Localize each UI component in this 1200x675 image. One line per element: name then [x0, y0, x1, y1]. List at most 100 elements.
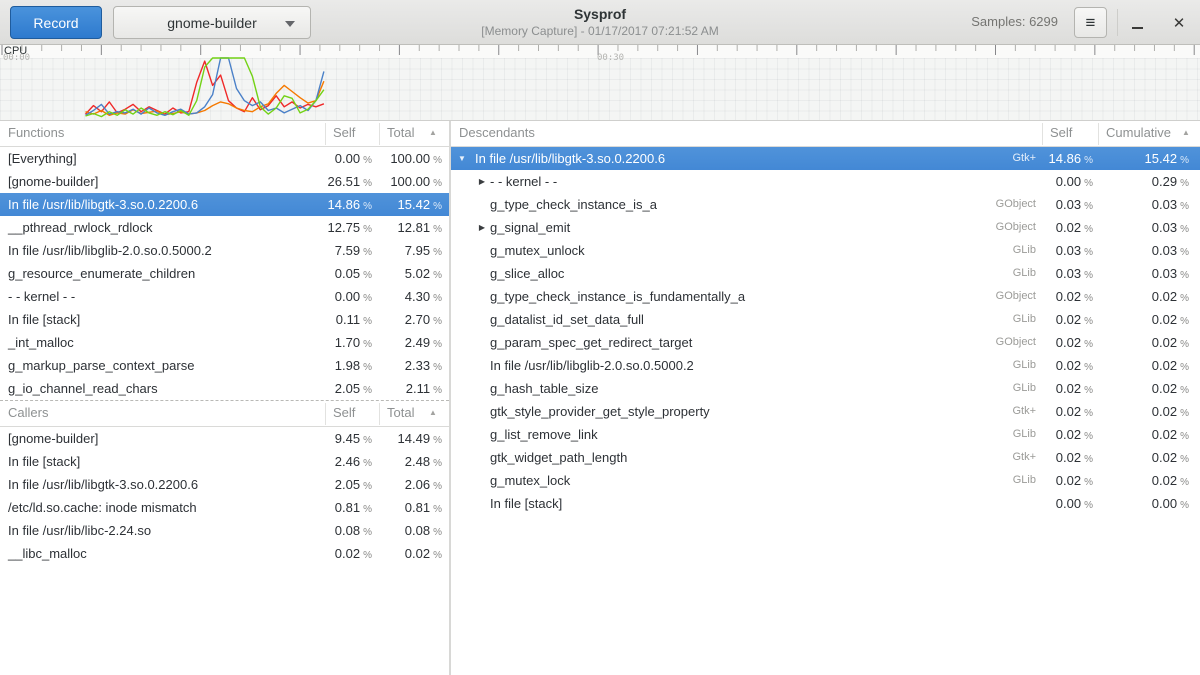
tree-row[interactable]: ▶- - kernel - -0.00%0.29% [451, 170, 1200, 193]
cumulative-percent: 0.29% [1117, 170, 1189, 195]
table-row[interactable]: [gnome-builder]26.51%100.00% [0, 170, 449, 193]
table-row[interactable]: _int_malloc1.70%2.49% [0, 331, 449, 354]
self-column-title[interactable]: Self [333, 405, 355, 420]
percent-sign: % [433, 270, 442, 281]
tree-row[interactable]: gtk_style_provider_get_style_propertyGtk… [451, 400, 1200, 423]
column-separator[interactable] [325, 403, 326, 425]
table-row[interactable]: __libc_malloc0.02%0.02% [0, 542, 449, 565]
tree-row[interactable]: g_param_spec_get_redirect_targetGObject0… [451, 331, 1200, 354]
self-percent: 0.00% [1041, 170, 1093, 195]
percent-sign: % [433, 293, 442, 304]
column-separator[interactable] [1042, 123, 1043, 145]
total-column-title[interactable]: Total [387, 125, 414, 140]
total-percent-value: 15.42 [398, 197, 431, 212]
self-percent: 14.86% [1041, 147, 1093, 172]
minimize-button[interactable] [1122, 7, 1152, 38]
self-percent-value: 0.00 [335, 151, 360, 166]
self-percent-value: 0.02 [1056, 473, 1081, 488]
descendants-column-title[interactable]: Descendants [459, 125, 535, 140]
self-percent: 0.02% [1041, 446, 1093, 471]
tree-row[interactable]: ▶g_signal_emitGObject0.02%0.03% [451, 216, 1200, 239]
table-row[interactable]: __pthread_rwlock_rdlock12.75%12.81% [0, 216, 449, 239]
cumulative-percent-value: 0.02 [1152, 289, 1177, 304]
function-name: g_mutex_unlock [451, 239, 930, 262]
function-name: [Everything] [0, 147, 304, 170]
table-row[interactable]: In file [stack]0.11%2.70% [0, 308, 449, 331]
tree-row[interactable]: In file [stack]0.00%0.00% [451, 492, 1200, 515]
self-percent-value: 0.02 [1056, 381, 1081, 396]
library-badge: GLib [931, 469, 1036, 492]
table-row[interactable]: - - kernel - -0.00%4.30% [0, 285, 449, 308]
table-row[interactable]: g_markup_parse_context_parse1.98%2.33% [0, 354, 449, 377]
table-row[interactable]: [gnome-builder]9.45%14.49% [0, 427, 449, 450]
record-button[interactable]: Record [10, 6, 102, 39]
cumulative-percent-value: 0.02 [1152, 358, 1177, 373]
library-badge: GObject [931, 285, 1036, 308]
total-column-title[interactable]: Total [387, 405, 414, 420]
table-row[interactable]: g_resource_enumerate_children0.05%5.02% [0, 262, 449, 285]
tree-row[interactable]: g_list_remove_linkGLib0.02%0.02% [451, 423, 1200, 446]
library-badge: GLib [931, 377, 1036, 400]
total-percent: 2.33% [370, 354, 442, 379]
function-name: g_resource_enumerate_children [0, 262, 304, 285]
process-selector-dropdown[interactable]: gnome-builder [113, 6, 311, 39]
column-separator[interactable] [379, 123, 380, 145]
column-separator[interactable] [1098, 123, 1099, 145]
close-button[interactable]: ✕ [1164, 7, 1194, 38]
window-title: Sysprof [350, 5, 850, 23]
self-percent-value: 14.86 [1049, 151, 1082, 166]
table-row[interactable]: In file /usr/lib/libgtk-3.so.0.2200.614.… [0, 193, 449, 216]
tree-row[interactable]: g_mutex_unlockGLib0.03%0.03% [451, 239, 1200, 262]
table-row[interactable]: In file /usr/lib/libglib-2.0.so.0.5000.2… [0, 239, 449, 262]
percent-sign: % [433, 201, 442, 212]
total-percent: 0.81% [370, 496, 442, 521]
self-column-title[interactable]: Self [333, 125, 355, 140]
table-row[interactable]: In file /usr/lib/libgtk-3.so.0.2200.62.0… [0, 473, 449, 496]
table-row[interactable]: /etc/ld.so.cache: inode mismatch0.81%0.8… [0, 496, 449, 519]
callers-column-title[interactable]: Callers [8, 405, 48, 420]
tree-row[interactable]: g_type_check_instance_is_aGObject0.03%0.… [451, 193, 1200, 216]
table-row[interactable]: In file [stack]2.46%2.48% [0, 450, 449, 473]
time-label-mid: 00:30 [597, 53, 624, 63]
tree-row[interactable]: In file /usr/lib/libglib-2.0.so.0.5000.2… [451, 354, 1200, 377]
cpu-graph-area[interactable]: CPU 00:00 00:30 [0, 45, 1200, 121]
tree-row[interactable]: ▼In file /usr/lib/libgtk-3.so.0.2200.6Gt… [451, 147, 1200, 170]
total-percent: 100.00% [370, 147, 442, 172]
total-percent-value: 100.00 [390, 174, 430, 189]
cumulative-percent: 0.03% [1117, 216, 1189, 241]
function-name: In file /usr/lib/libc-2.24.so [0, 519, 304, 542]
table-row[interactable]: In file /usr/lib/libc-2.24.so0.08%0.08% [0, 519, 449, 542]
sort-ascending-icon: ▲ [429, 408, 437, 417]
capture-subtitle: [Memory Capture] - 01/17/2017 07:21:52 A… [350, 23, 850, 39]
percent-sign: % [1084, 339, 1093, 350]
percent-sign: % [1180, 408, 1189, 419]
percent-sign: % [433, 504, 442, 515]
self-percent-value: 0.02 [1056, 427, 1081, 442]
table-row[interactable]: g_io_channel_read_chars2.05%2.11% [0, 377, 449, 400]
percent-sign: % [1180, 201, 1189, 212]
cumulative-percent-value: 0.03 [1152, 243, 1177, 258]
table-row[interactable]: [Everything]0.00%100.00% [0, 147, 449, 170]
function-name: In file /usr/lib/libglib-2.0.so.0.5000.2 [0, 239, 304, 262]
cumulative-percent-value: 0.02 [1152, 312, 1177, 327]
percent-sign: % [1180, 385, 1189, 396]
total-percent: 2.70% [370, 308, 442, 333]
menu-button[interactable]: ≡ [1074, 7, 1107, 38]
callers-rows: [gnome-builder]9.45%14.49%In file [stack… [0, 427, 449, 565]
functions-column-title[interactable]: Functions [8, 125, 64, 140]
tree-row[interactable]: g_slice_allocGLib0.03%0.03% [451, 262, 1200, 285]
cumulative-column-title[interactable]: Cumulative [1106, 125, 1171, 140]
self-percent: 26.51% [300, 170, 372, 195]
tree-row[interactable]: gtk_widget_path_lengthGtk+0.02%0.02% [451, 446, 1200, 469]
self-column-title[interactable]: Self [1050, 125, 1072, 140]
tree-row[interactable]: g_mutex_lockGLib0.02%0.02% [451, 469, 1200, 492]
tree-row[interactable]: g_hash_table_sizeGLib0.02%0.02% [451, 377, 1200, 400]
total-percent: 100.00% [370, 170, 442, 195]
column-separator[interactable] [325, 123, 326, 145]
column-separator[interactable] [379, 403, 380, 425]
percent-sign: % [1084, 408, 1093, 419]
tree-row[interactable]: g_datalist_id_set_data_fullGLib0.02%0.02… [451, 308, 1200, 331]
functions-column-header: Functions Self Total ▲ [0, 121, 449, 147]
tree-row[interactable]: g_type_check_instance_is_fundamentally_a… [451, 285, 1200, 308]
percent-sign: % [1180, 155, 1189, 166]
